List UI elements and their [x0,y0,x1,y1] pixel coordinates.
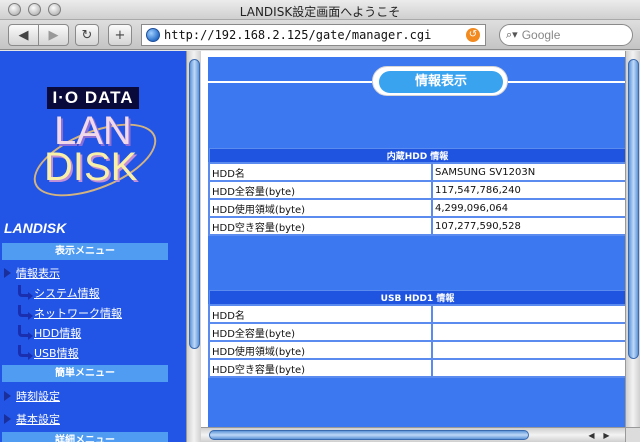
table-row: HDD全容量(byte) 117,547,786,240 [208,180,625,200]
usb-hdd-table: USB HDD1 情報 HDD名 HDD全容量(byte) HDD使用領域(by… [208,290,625,378]
resize-corner[interactable] [625,427,640,442]
browser-toolbar: ◀ ▶ ↻ + http://192.168.2.125/gate/manage… [0,20,640,50]
row-key: HDD全容量(byte) [208,180,433,200]
row-key: HDD名 [208,162,433,182]
sidebar-item-label[interactable]: 時刻設定 [16,388,60,404]
sub-arrow-icon [18,345,33,360]
table-row: HDD名 SAMSUNG SV1203N [208,162,625,182]
sidebar-item-network-info[interactable]: ネットワーク情報 [18,305,122,321]
forward-arrow-icon: ▶ [48,27,59,43]
row-value [431,340,625,360]
sidebar-item-system-info[interactable]: システム情報 [18,285,100,301]
table-row: HDD使用領域(byte) 4,299,096,064 [208,198,625,218]
sidebar-item-basic-settings[interactable]: 基本設定 [4,411,60,427]
table-row: HDD全容量(byte) [208,322,625,342]
search-icon: ⌕▾ [506,28,518,41]
title-rule [208,81,372,83]
page-title-badge: 情報表示 [372,66,508,96]
forward-button[interactable]: ▶ [38,24,69,46]
sub-arrow-icon [18,305,33,320]
content-frame: 情報表示 内蔵HDD 情報 HDD名 SAMSUNG SV1203N HDD全容… [201,51,625,427]
page-title: 情報表示 [379,71,503,93]
globe-icon [146,28,160,42]
row-value [431,322,625,342]
rss-icon[interactable]: ↺ [466,28,480,42]
sidebar-item-label[interactable]: ネットワーク情報 [34,305,122,321]
sidebar-item-info-display[interactable]: 情報表示 [4,265,60,281]
row-key: HDD使用領域(byte) [208,198,433,218]
title-rule [508,81,625,83]
search-placeholder: Google [521,28,561,42]
row-value: 4,299,096,064 [431,198,625,218]
row-key: HDD名 [208,304,433,324]
table-row: HDD空き容量(byte) [208,358,625,378]
plus-icon: + [114,27,126,43]
sidebar-scroll-thumb[interactable] [189,59,200,349]
section-easy-menu: 簡単メニュー [2,365,168,382]
sidebar-item-hdd-info[interactable]: HDD情報 [18,325,81,341]
sub-arrow-icon [18,325,33,340]
sidebar-scrollbar[interactable] [186,51,201,442]
row-value: 117,547,786,240 [431,180,625,200]
scroll-left-arrow-icon[interactable]: ◀ [585,428,598,442]
section-display-menu: 表示メニュー [2,243,168,260]
back-button[interactable]: ◀ [8,24,39,46]
landisk-logo-lan: LAN [54,109,132,153]
window-title: LANDISK設定画面へようこそ [239,5,401,19]
triangle-bullet-icon [4,391,11,401]
sidebar-item-label[interactable]: システム情報 [34,285,100,301]
url-text[interactable]: http://192.168.2.125/gate/manager.cgi [164,28,431,42]
sidebar-item-label[interactable]: 基本設定 [16,411,60,427]
sidebar-item-label[interactable]: 情報表示 [16,265,60,281]
table-row: HDD空き容量(byte) 107,277,590,528 [208,216,625,236]
window-titlebar: LANDISK設定画面へようこそ [0,0,640,20]
table-row: HDD使用領域(byte) [208,340,625,360]
row-value [431,304,625,324]
address-bar[interactable]: http://192.168.2.125/gate/manager.cgi ↺ [141,24,486,46]
sidebar-item-time-settings[interactable]: 時刻設定 [4,388,60,404]
triangle-bullet-icon [4,414,11,424]
search-field[interactable]: ⌕▾ Google [499,24,633,46]
back-arrow-icon: ◀ [18,27,29,43]
landisk-heading: LANDISK [4,220,67,236]
row-value: SAMSUNG SV1203N [431,162,625,182]
row-key: HDD空き容量(byte) [208,216,433,236]
add-bookmark-button[interactable]: + [108,24,132,46]
table-header: USB HDD1 情報 [208,290,625,306]
landisk-logo-disk: DISK [44,145,138,189]
reload-icon: ↻ [81,27,93,43]
row-key: HDD使用領域(byte) [208,340,433,360]
row-key: HDD空き容量(byte) [208,358,433,378]
table-header: 内蔵HDD 情報 [208,148,625,164]
table-row: HDD名 [208,304,625,324]
content-horizontal-scrollbar[interactable]: ◀ ▶ [201,427,625,442]
row-key: HDD全容量(byte) [208,322,433,342]
sidebar-item-label[interactable]: USB情報 [34,345,79,361]
scroll-right-arrow-icon[interactable]: ▶ [600,428,613,442]
content-scroll-thumb[interactable] [628,59,639,359]
content-vertical-scrollbar[interactable] [625,51,640,427]
reload-button[interactable]: ↻ [75,24,99,46]
internal-hdd-table: 内蔵HDD 情報 HDD名 SAMSUNG SV1203N HDD全容量(byt… [208,148,625,236]
sidebar-frame: I·O DATA LAN DISK LANDISK 表示メニュー 情報表示 シス… [0,51,186,442]
sidebar-item-usb-info[interactable]: USB情報 [18,345,79,361]
io-data-logo: I·O DATA [47,87,139,109]
horizontal-scroll-thumb[interactable] [209,430,529,440]
row-value [431,358,625,378]
section-advanced-menu: 詳細メニュー [2,432,168,442]
sub-arrow-icon [18,285,33,300]
sidebar-item-label[interactable]: HDD情報 [34,325,81,341]
triangle-bullet-icon [4,268,11,278]
row-value: 107,277,590,528 [431,216,625,236]
